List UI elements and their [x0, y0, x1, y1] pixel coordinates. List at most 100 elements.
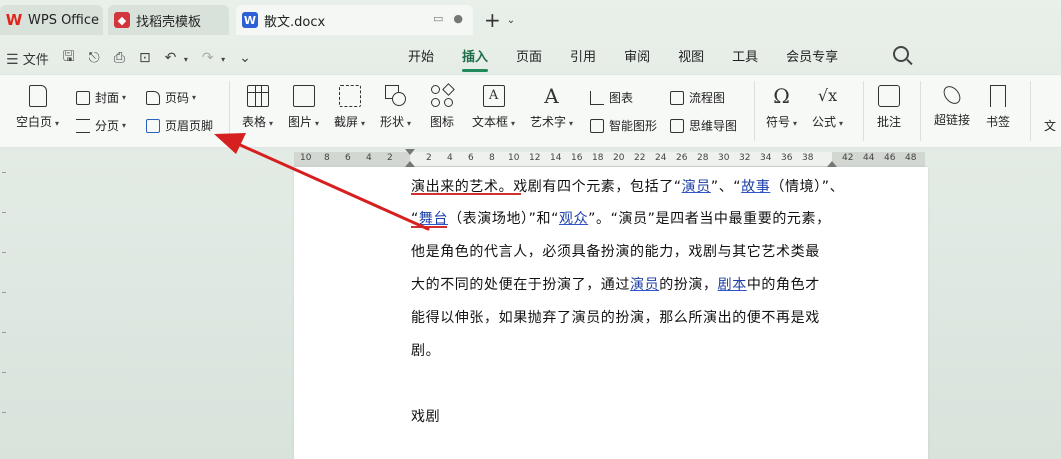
word-doc-icon: W: [242, 12, 258, 28]
separator: [1030, 81, 1031, 141]
link-audience[interactable]: 观众: [559, 211, 588, 227]
ribbon-tabs: 开始 插入 页面 引用 审阅 视图 工具 会员专享: [408, 46, 866, 72]
print-icon[interactable]: ⎙: [114, 50, 125, 66]
textbox-button[interactable]: A 文本框 ▾: [472, 85, 515, 130]
icon-button[interactable]: 图标: [430, 83, 455, 130]
bookmark-icon: [990, 85, 1006, 107]
export-icon[interactable]: ⎋: [89, 50, 100, 66]
textbox-icon: A: [482, 85, 505, 107]
picture-icon: [292, 85, 315, 107]
menu-view[interactable]: 视图: [678, 46, 704, 65]
separator: [229, 81, 230, 141]
bookmark-button[interactable]: 书签: [986, 85, 1010, 130]
file-menu[interactable]: ☰ 文件: [6, 49, 49, 68]
vertical-ruler[interactable]: [0, 152, 8, 459]
tab-label: WPS Office: [28, 12, 100, 28]
horizontal-ruler[interactable]: 10 8 6 4 2 2 4 6 8 10 12 14 16 18 20 22 …: [294, 149, 925, 167]
search-icon[interactable]: [893, 46, 909, 62]
page-break-button[interactable]: 分页 ▾: [76, 117, 126, 134]
cover-button[interactable]: 封面 ▾: [76, 89, 126, 106]
wps-logo-icon: W: [5, 11, 23, 29]
picture-button[interactable]: 图片 ▾: [288, 85, 319, 130]
cover-icon: [76, 90, 90, 105]
shape-button[interactable]: 形状 ▾: [380, 85, 411, 130]
insert-ribbon: 空白页 ▾ 封面 ▾ 分页 ▾ 页码 ▾ 页眉页脚 表格 ▾ 图片 ▾ 截屏 ▾ 形状 ▾: [0, 74, 1061, 148]
blank-page-icon: [28, 85, 47, 107]
tab-label: 找稻壳模板: [136, 14, 202, 30]
new-tab-button[interactable]: + ⌄: [484, 8, 515, 32]
mindmap-icon: [670, 118, 684, 133]
link-script[interactable]: 剧本: [718, 277, 747, 293]
more-ribbon-item[interactable]: 文: [1044, 117, 1056, 134]
menu-membership[interactable]: 会员专享: [786, 46, 838, 65]
redo-icon[interactable]: ↷ ▾: [202, 50, 225, 66]
symbol-button[interactable]: Ω 符号 ▾: [766, 85, 797, 130]
blank-page-button[interactable]: 空白页 ▾: [16, 85, 59, 130]
smart-graphic-icon: [590, 118, 604, 133]
link-story[interactable]: 故事: [741, 179, 770, 195]
tab-document[interactable]: W 散文.docx ▭ ●: [236, 5, 473, 35]
doc-line-2: “舞台（表演场地）”和“观众”。“演员”是四者当中最重要的元素，: [411, 211, 831, 227]
menu-page[interactable]: 页面: [516, 46, 542, 65]
docer-icon: ◆: [114, 12, 130, 28]
unsaved-dot-icon[interactable]: ●: [453, 12, 463, 25]
monitor-icon[interactable]: ▭: [433, 12, 443, 25]
hamburger-icon: ☰: [6, 51, 19, 68]
doc-line-5: 能得以伸张，如果抛弃了演员的扮演，那么所演出的便不再是戏: [411, 310, 820, 326]
comment-button[interactable]: 批注: [877, 85, 901, 130]
separator: [863, 81, 864, 141]
header-footer-icon: [146, 118, 160, 133]
tab-bar: W WPS Office ◆ 找稻壳模板 W 散文.docx ▭ ● + ⌄: [0, 0, 1061, 38]
chart-button[interactable]: 图表: [590, 89, 633, 106]
first-line-indent-marker[interactable]: [405, 149, 415, 155]
mindmap-button[interactable]: 思维导图: [670, 117, 737, 134]
shape-icon: [384, 85, 407, 107]
wordart-icon: A: [544, 84, 559, 108]
table-icon: [246, 85, 269, 107]
header-footer-button[interactable]: 页眉页脚: [146, 117, 213, 134]
tab-label: 散文.docx: [264, 14, 326, 30]
page-number-icon: [146, 90, 160, 105]
link-stage[interactable]: 舞台: [419, 211, 448, 227]
table-button[interactable]: 表格 ▾: [242, 85, 273, 130]
menu-tools[interactable]: 工具: [732, 46, 758, 65]
menu-references[interactable]: 引用: [570, 46, 596, 65]
scissors-icon: [338, 85, 361, 107]
page-number-button[interactable]: 页码 ▾: [146, 89, 196, 106]
tab-docer-templates[interactable]: ◆ 找稻壳模板: [108, 5, 229, 35]
print-preview-icon[interactable]: ⊡: [139, 50, 151, 66]
chevron-down-icon[interactable]: ⌄: [507, 15, 515, 26]
separator: [754, 81, 755, 141]
menu-insert[interactable]: 插入: [462, 46, 489, 72]
formula-button[interactable]: √x 公式 ▾: [812, 85, 843, 130]
chart-icon: [590, 90, 604, 105]
undo-icon[interactable]: ↶ ▾: [165, 50, 188, 66]
comment-icon: [878, 85, 900, 107]
page-break-icon: [76, 118, 90, 133]
hyperlink-button[interactable]: 超链接: [934, 82, 970, 128]
doc-line-7: 戏剧: [411, 409, 441, 425]
menu-home[interactable]: 开始: [408, 46, 434, 65]
icons-library-icon: [431, 83, 455, 107]
separator: [920, 81, 921, 141]
doc-line-3: 他是角色的代言人，必须具备扮演的能力，戏剧与其它艺术类最: [411, 244, 820, 260]
more-chevron-icon[interactable]: ⌄: [239, 50, 251, 66]
omega-icon: Ω: [773, 84, 790, 108]
spellcheck-underline: [411, 193, 521, 195]
save-icon[interactable]: 🖫: [63, 46, 75, 70]
doc-line-4: 大的不同的处便在于扮演了，通过演员的扮演，剧本中的角色才: [411, 277, 820, 293]
flowchart-button[interactable]: 流程图: [670, 89, 725, 106]
tab-wps-office[interactable]: W WPS Office: [0, 5, 103, 35]
plus-icon: +: [484, 8, 501, 32]
link-actor-2[interactable]: 演员: [630, 277, 659, 293]
wordart-button[interactable]: A 艺术字 ▾: [530, 85, 573, 130]
doc-line-6: 剧。: [411, 343, 441, 359]
smart-graphic-button[interactable]: 智能图形: [590, 117, 657, 134]
formula-icon: √x: [817, 86, 838, 105]
link-icon: [940, 82, 964, 108]
screenshot-button[interactable]: 截屏 ▾: [334, 85, 365, 130]
menu-review[interactable]: 审阅: [624, 46, 650, 65]
link-actor[interactable]: 演员: [682, 179, 711, 195]
spellcheck-underline: [411, 226, 447, 228]
flowchart-icon: [670, 90, 684, 105]
